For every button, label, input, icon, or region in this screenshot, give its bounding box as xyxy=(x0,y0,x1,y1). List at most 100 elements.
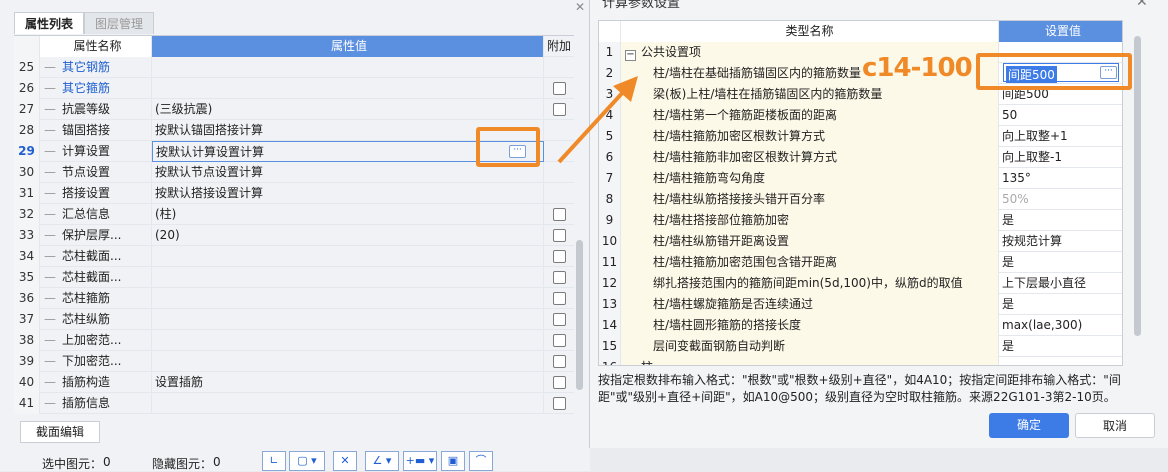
table-row[interactable]: 40— 插筋构造 设置插筋 xyxy=(14,372,574,393)
setting-value[interactable]: 向上取整+1 xyxy=(999,126,1122,147)
table-row[interactable]: 37— 芯柱纵筋 xyxy=(14,309,574,330)
property-value[interactable]: 按默认搭接设置计算 xyxy=(152,183,544,204)
corner-tool-icon[interactable]: ∟ xyxy=(262,451,286,471)
add-checkbox[interactable] xyxy=(553,355,566,368)
table-row[interactable]: 13 柱/墙柱螺旋箍筋是否连续通过是 xyxy=(599,294,1122,315)
display-icon[interactable]: ▣ xyxy=(441,451,465,471)
table-row[interactable]: 8 柱/墙柱纵筋搭接接头错开百分率 50% xyxy=(599,189,1122,210)
table-row[interactable]: 35— 芯柱截面... xyxy=(14,267,574,288)
add-checkbox[interactable] xyxy=(553,229,566,242)
scrollbar[interactable] xyxy=(576,240,583,390)
property-value[interactable] xyxy=(152,393,544,414)
type-name: 柱/墙柱纵筋搭接接头错开百分率 xyxy=(621,189,999,210)
table-row[interactable]: 5 柱/墙柱箍筋加密区根数计算方式 向上取整+1 xyxy=(599,126,1122,147)
setting-value[interactable]: 135° xyxy=(999,168,1122,189)
type-name: −柱 xyxy=(621,357,999,366)
property-name: — 节点设置 xyxy=(40,162,152,183)
add-checkbox[interactable] xyxy=(553,334,566,347)
table-row[interactable]: 27— 抗震等级 (三级抗震) xyxy=(14,99,574,120)
property-value[interactable] xyxy=(152,246,544,267)
setting-value[interactable]: 50 xyxy=(999,105,1122,126)
property-value[interactable]: (柱) xyxy=(152,204,544,225)
property-table-header: 属性名称 属性值 附加 xyxy=(14,36,574,57)
setting-value[interactable]: 是 xyxy=(999,294,1122,315)
table-row[interactable]: 36— 芯柱箍筋 xyxy=(14,288,574,309)
setting-value[interactable]: 是 xyxy=(999,252,1122,273)
setting-value[interactable]: 50% xyxy=(999,189,1122,210)
table-row[interactable]: 12 绑扎搭接范围内的箍筋间距min(5d,100)中，纵筋d的取值 上下层最小直径 xyxy=(599,273,1122,294)
scrollbar[interactable] xyxy=(1134,36,1141,336)
table-row[interactable]: 34— 芯柱截面... xyxy=(14,246,574,267)
ok-button[interactable]: 确定 xyxy=(989,413,1069,438)
selected-count: 0 xyxy=(103,455,111,469)
setting-value[interactable]: 按规范计算 xyxy=(999,231,1122,252)
property-value[interactable]: (20) xyxy=(152,225,544,246)
row-number: 32 xyxy=(14,204,40,225)
table-row[interactable]: 7 柱/墙柱箍筋弯勾角度 135° xyxy=(599,168,1122,189)
tab-property-list[interactable]: 属性列表 xyxy=(14,12,85,34)
add-checkbox[interactable] xyxy=(553,250,566,263)
table-row[interactable]: 39— 下加密范... xyxy=(14,351,574,372)
table-row[interactable]: 11 柱/墙柱箍筋加密范围包含错开距离是 xyxy=(599,252,1122,273)
header-setting: 设置值 xyxy=(999,21,1122,42)
table-row[interactable]: 4 柱/墙柱第一个箍筋距楼板面的距离 50 xyxy=(599,105,1122,126)
setting-value[interactable]: 向上取整-1 xyxy=(999,147,1122,168)
rect-select-icon[interactable]: ▢ ▾ xyxy=(289,451,325,471)
table-row[interactable]: 25— 其它钢筋 xyxy=(14,57,574,78)
cross-icon[interactable]: ✕ xyxy=(333,451,357,471)
row-number: 31 xyxy=(14,183,40,204)
table-row[interactable]: 41— 插筋信息 xyxy=(14,393,574,414)
add-checkbox[interactable] xyxy=(553,397,566,410)
table-row[interactable]: 38— 上加密范... xyxy=(14,330,574,351)
setting-value[interactable]: 是 xyxy=(999,210,1122,231)
table-row[interactable]: 10 柱/墙柱纵筋错开距离设置 按规范计算 xyxy=(599,231,1122,252)
table-row[interactable]: 14 柱/墙柱圆形箍筋的搭接长度 max(lae,300) xyxy=(599,315,1122,336)
close-icon[interactable]: ✕ xyxy=(1136,0,1148,10)
settings-grid-header: 类型名称 设置值 xyxy=(599,21,1122,42)
setting-value[interactable]: 上下层最小直径 xyxy=(999,273,1122,294)
row-number: 28 xyxy=(14,120,40,141)
property-value[interactable]: 设置插筋 xyxy=(152,372,544,393)
table-row[interactable]: 6 柱/墙柱箍筋非加密区根数计算方式 向上取整-1 xyxy=(599,147,1122,168)
collapse-icon[interactable]: − xyxy=(626,365,634,366)
add-cell xyxy=(544,225,574,246)
table-row[interactable]: 9 柱/墙柱搭接部位箍筋加密是 xyxy=(599,210,1122,231)
property-value[interactable] xyxy=(152,309,544,330)
type-name: 柱/墙柱箍筋加密区根数计算方式 xyxy=(621,126,999,147)
row-number: 39 xyxy=(14,351,40,372)
setting-value[interactable] xyxy=(999,357,1122,365)
table-row[interactable]: 33— 保护层厚... (20) xyxy=(14,225,574,246)
property-value[interactable] xyxy=(152,57,544,78)
add-cell xyxy=(544,393,574,414)
angle-tool-icon[interactable]: ∠ ▾ xyxy=(365,451,399,471)
add-checkbox[interactable] xyxy=(553,376,566,389)
type-name: 绑扎搭接范围内的箍筋间距min(5d,100)中，纵筋d的取值 xyxy=(621,273,999,294)
setting-value[interactable]: max(lae,300) xyxy=(999,315,1122,336)
tab-layer-manager[interactable]: 图层管理 xyxy=(84,12,155,34)
add-checkbox[interactable] xyxy=(553,208,566,221)
table-row[interactable]: 31— 搭接设置 按默认搭接设置计算 xyxy=(14,183,574,204)
table-row[interactable]: 15 层间变截面钢筋自动判断是 xyxy=(599,336,1122,357)
type-name: 柱/墙柱箍筋弯勾角度 xyxy=(621,168,999,189)
add-checkbox[interactable] xyxy=(553,292,566,305)
group-row[interactable]: 16−柱 xyxy=(599,357,1122,366)
property-value[interactable] xyxy=(152,330,544,351)
cancel-button[interactable]: 取消 xyxy=(1075,413,1155,438)
property-name: — 保护层厚... xyxy=(40,225,152,246)
property-value[interactable] xyxy=(152,351,544,372)
setting-value[interactable]: 是 xyxy=(999,336,1122,357)
property-value[interactable]: (三级抗震) xyxy=(152,99,544,120)
property-value[interactable] xyxy=(152,288,544,309)
section-edit-button[interactable]: 截面编辑 xyxy=(20,421,100,443)
close-icon[interactable]: ✕ xyxy=(575,0,585,14)
add-checkbox[interactable] xyxy=(553,271,566,284)
property-value[interactable] xyxy=(152,78,544,99)
table-row[interactable]: 26— 其它箍筋 xyxy=(14,78,574,99)
row-number: 13 xyxy=(599,294,621,315)
add-checkbox[interactable] xyxy=(553,313,566,326)
property-name: — 汇总信息 xyxy=(40,204,152,225)
line-tool-icon[interactable]: +▬ ▾ xyxy=(403,451,437,471)
curve-tool-icon[interactable]: ⌒ xyxy=(469,451,493,471)
property-value[interactable] xyxy=(152,267,544,288)
table-row[interactable]: 32— 汇总信息 (柱) xyxy=(14,204,574,225)
